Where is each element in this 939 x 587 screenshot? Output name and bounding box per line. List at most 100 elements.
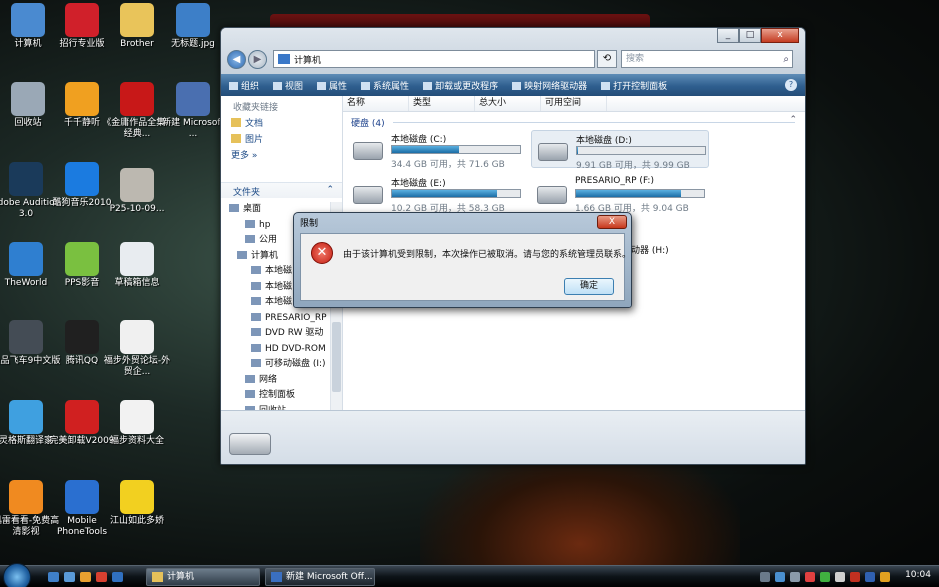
- tree-item[interactable]: 网络: [221, 373, 328, 389]
- taskbar: 计算机 新建 Microsoft Off... 10:04: [0, 563, 939, 587]
- desktop-icon[interactable]: P25-10-09...: [102, 168, 172, 215]
- toolbar-views[interactable]: 视图: [273, 79, 303, 92]
- search-input[interactable]: 搜索 ⌕: [621, 50, 793, 68]
- shortcut-icon: [120, 3, 154, 37]
- shortcut-icon: [65, 320, 99, 354]
- desktop-icon[interactable]: 无标题.jpg: [158, 3, 228, 50]
- search-placeholder: 搜索: [626, 54, 645, 64]
- toolbar-map-drive[interactable]: 映射网络驱动器: [512, 79, 587, 92]
- desktop-icon[interactable]: 江山如此多娇: [102, 480, 172, 527]
- column-name[interactable]: 名称: [343, 96, 409, 111]
- tray-icon[interactable]: [820, 572, 830, 582]
- favorite-documents[interactable]: 文档: [231, 116, 342, 132]
- tree-item[interactable]: HD DVD-ROM: [221, 342, 328, 358]
- drive-usage-bar: [391, 189, 521, 198]
- toolbar-system-properties[interactable]: 系统属性: [361, 79, 409, 92]
- back-button[interactable]: ◀: [227, 49, 246, 69]
- shortcut-icon: [11, 3, 45, 37]
- desktop-icon[interactable]: 福步资料大全: [102, 400, 172, 447]
- hard-disk-icon: [353, 186, 383, 204]
- dialog-message: 由于该计算机受到限制，本次操作已被取消。请与您的系统管理员联系。: [343, 250, 632, 260]
- desktop-icon-label: 福步外贸论坛-外贸企...: [103, 356, 171, 377]
- drive-icon: [229, 433, 271, 455]
- toolbar-properties[interactable]: 属性: [317, 79, 347, 92]
- task-word[interactable]: 新建 Microsoft Off...: [265, 568, 375, 586]
- column-free-space[interactable]: 可用空间: [541, 96, 607, 111]
- toolbar-control-panel[interactable]: 打开控制面板: [601, 79, 667, 92]
- shortcut-icon: [120, 400, 154, 434]
- tree-node-icon: [251, 281, 261, 290]
- dialog-title: 限制: [300, 219, 319, 229]
- tree-item[interactable]: 可移动磁盘 (I:): [221, 357, 328, 373]
- security-icon[interactable]: [805, 572, 815, 582]
- drive-free-space: 9.91 GB 可用，共 9.99 GB: [576, 161, 690, 171]
- tree-item[interactable]: 控制面板: [221, 388, 328, 404]
- desktop-icon-label: 无标题.jpg: [171, 39, 215, 49]
- column-total-size[interactable]: 总大小: [475, 96, 541, 111]
- switch-windows-icon[interactable]: [64, 572, 75, 582]
- show-desktop-icon[interactable]: [48, 572, 59, 582]
- volume-icon[interactable]: [835, 572, 845, 582]
- toolbar-uninstall[interactable]: 卸载或更改程序: [423, 79, 498, 92]
- search-icon[interactable]: ⌕: [783, 52, 789, 68]
- address-bar[interactable]: 计算机: [273, 50, 595, 68]
- drive-name: 本地磁盘 (C:): [391, 135, 447, 145]
- tree-node-icon: [245, 219, 255, 228]
- desktop-icon[interactable]: 草稿箱信息: [102, 242, 172, 289]
- firefox-icon[interactable]: [80, 572, 91, 582]
- favorite-pictures[interactable]: 图片: [231, 132, 342, 148]
- drive-usage-bar: [391, 145, 521, 154]
- tree-node-icon: [251, 297, 261, 305]
- drive-item[interactable]: PRESARIO_RP (F:) 1.66 GB 可用，共 9.04 GB: [531, 174, 709, 214]
- folders-header[interactable]: 文件夹 ⌃: [221, 182, 342, 198]
- refresh-button[interactable]: ⟲: [597, 50, 617, 68]
- tree-item[interactable]: DVD RW 驱动: [221, 326, 328, 342]
- tray-icon[interactable]: [850, 572, 860, 582]
- removable-drive-label[interactable]: 动器 (H:): [631, 243, 669, 256]
- app-icon[interactable]: [112, 572, 123, 582]
- restriction-dialog: 限制 X ✕ 由于该计算机受到限制，本次操作已被取消。请与您的系统管理员联系。 …: [293, 212, 632, 308]
- desktop-icon[interactable]: 新建 Microsoft ...: [158, 82, 228, 140]
- tray-icon[interactable]: [790, 572, 800, 582]
- drive-item[interactable]: 本地磁盘 (D:) 9.91 GB 可用，共 9.99 GB: [531, 130, 709, 171]
- start-button[interactable]: [3, 563, 31, 587]
- shortcut-icon: [120, 82, 154, 116]
- favorite-more[interactable]: 更多 »: [231, 148, 342, 164]
- maximize-button[interactable]: □: [739, 28, 761, 43]
- ok-button[interactable]: 确定: [564, 278, 614, 295]
- tray-icon[interactable]: [865, 572, 875, 582]
- address-text: 计算机: [294, 55, 322, 66]
- desktop-icon-label: P25-10-09...: [109, 204, 165, 214]
- drive-name: PRESARIO_RP (F:): [575, 176, 654, 186]
- network-drive-icon: [512, 81, 522, 90]
- tree-item[interactable]: PRESARIO_RP: [221, 311, 328, 327]
- command-toolbar: 组织 视图 属性 系统属性 卸载或更改程序 映射网络驱动器 打开控制面板 ?: [221, 74, 805, 96]
- clock[interactable]: 10:04: [905, 570, 931, 580]
- toolbar-organize[interactable]: 组织: [229, 79, 259, 92]
- keyboard-icon[interactable]: [760, 572, 770, 582]
- task-computer[interactable]: 计算机: [146, 568, 260, 586]
- tree-node-icon: [237, 250, 247, 259]
- folder-icon: [152, 572, 163, 582]
- forward-button[interactable]: ▶: [248, 49, 267, 69]
- drive-item[interactable]: 本地磁盘 (E:) 10.2 GB 可用，共 58.3 GB: [347, 174, 525, 214]
- app-icon[interactable]: [96, 572, 107, 582]
- dialog-close-button[interactable]: X: [597, 215, 627, 229]
- network-icon[interactable]: [775, 572, 785, 582]
- shortcut-icon: [65, 242, 99, 276]
- column-type[interactable]: 类型: [409, 96, 475, 111]
- help-icon[interactable]: ?: [785, 79, 797, 91]
- shortcut-icon: [65, 480, 99, 514]
- scrollbar-thumb[interactable]: [332, 322, 341, 392]
- word-icon: [271, 572, 282, 582]
- group-header-hard-disks[interactable]: 硬盘 (4) ⌃: [343, 112, 805, 130]
- shortcut-icon: [65, 82, 99, 116]
- shortcut-icon: [9, 162, 43, 196]
- drive-item[interactable]: 本地磁盘 (C:) 34.4 GB 可用，共 71.6 GB: [347, 130, 525, 170]
- minimize-button[interactable]: _: [717, 28, 739, 43]
- tray-icon[interactable]: [880, 572, 890, 582]
- shortcut-icon: [176, 3, 210, 37]
- desktop-icon[interactable]: 福步外贸论坛-外贸企...: [102, 320, 172, 378]
- close-button[interactable]: x: [761, 28, 799, 43]
- shortcut-icon: [9, 400, 43, 434]
